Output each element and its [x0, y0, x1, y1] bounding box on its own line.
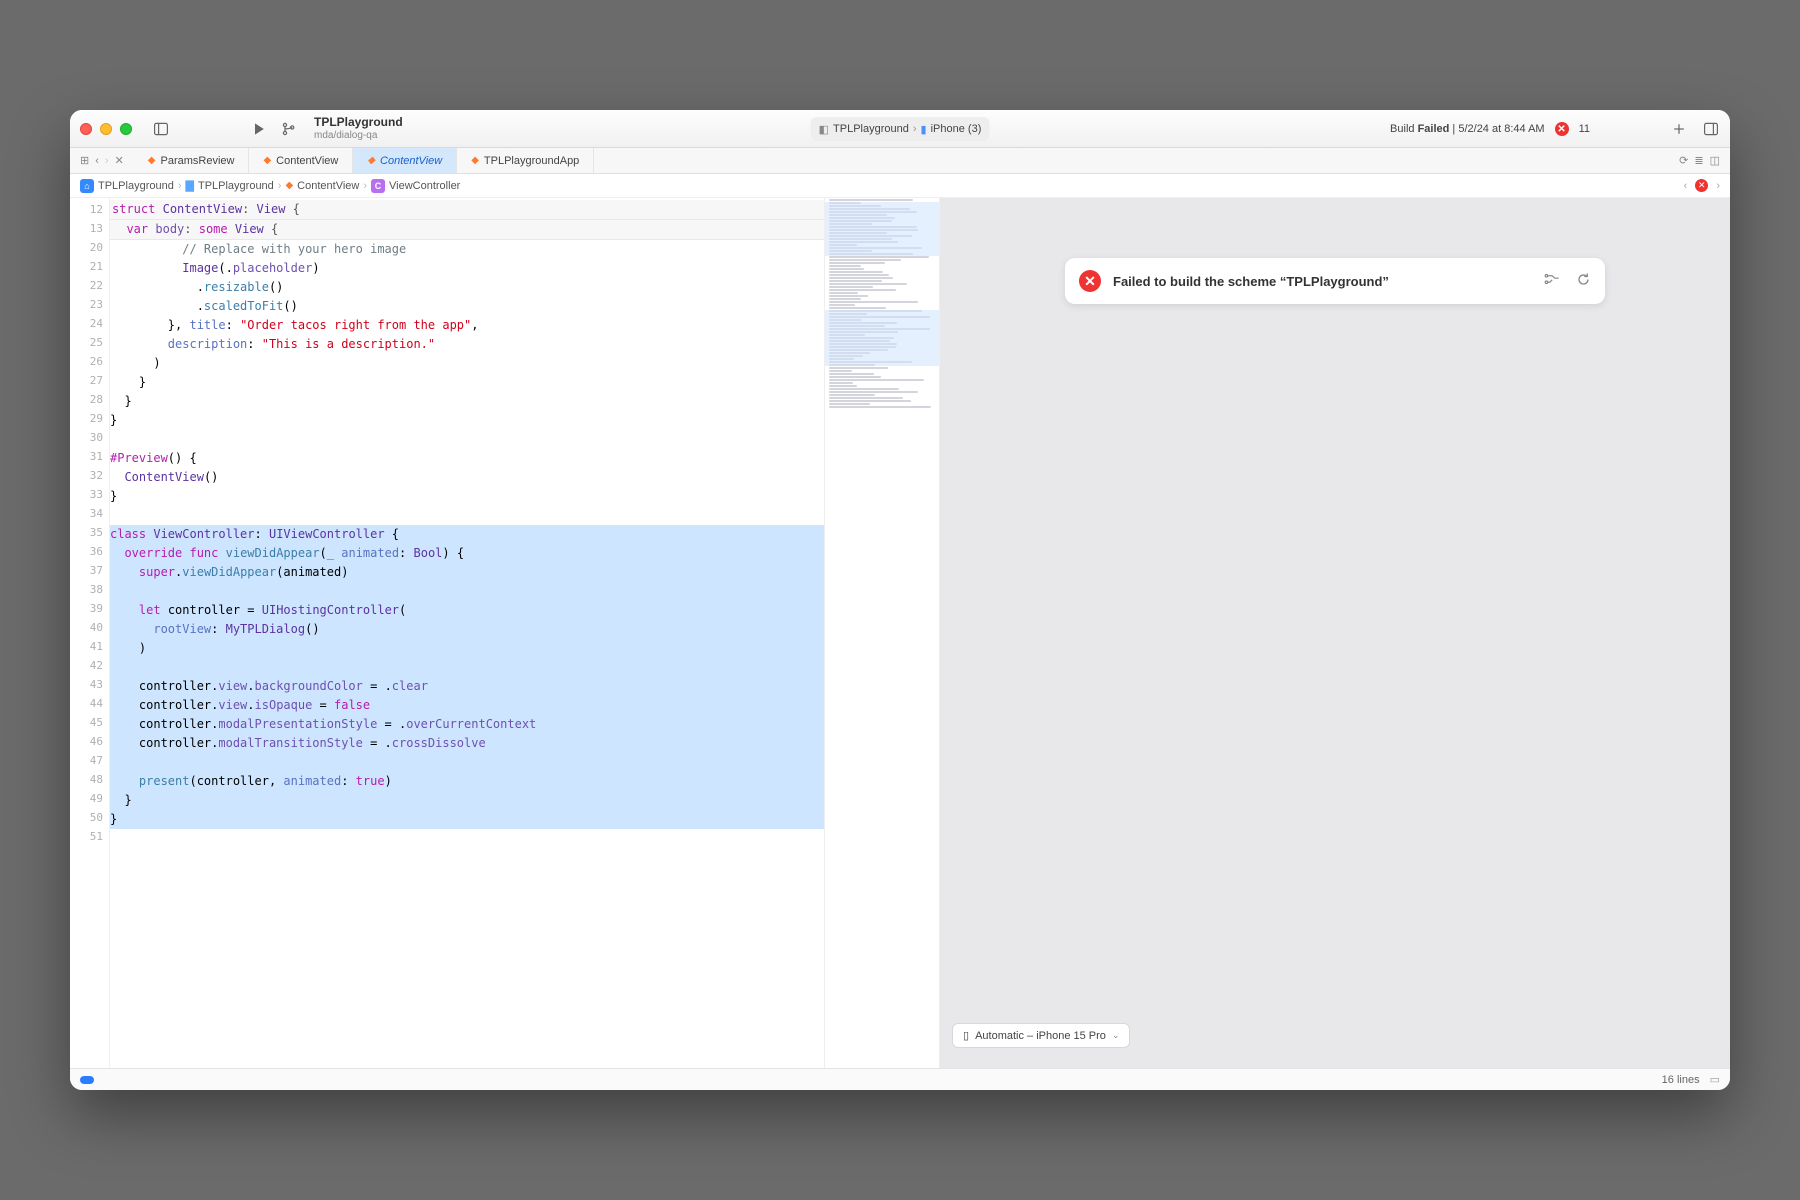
error-count: 11 [1579, 123, 1590, 135]
preview-canvas: ✕ Failed to build the scheme “TPLPlaygro… [940, 198, 1730, 1068]
tab-label: ParamsReview [160, 155, 234, 167]
tab-contentview-2[interactable]: ◆ ContentView [353, 148, 457, 173]
scheme-app: TPLPlayground [833, 123, 909, 135]
tab-paramsreview-0[interactable]: ◆ ParamsReview [134, 148, 250, 173]
related-items-icon[interactable]: ⊞ [80, 154, 89, 167]
tab-tplplaygroundapp-3[interactable]: ◆ TPLPlaygroundApp [457, 148, 594, 173]
tab-label: TPLPlaygroundApp [484, 155, 579, 167]
titlebar-right [1668, 118, 1722, 140]
back-button[interactable]: ‹ [95, 155, 99, 167]
tab-controls: ⊞ ‹ › ✕ [70, 148, 134, 173]
scheme-device: iPhone (3) [931, 123, 982, 135]
adjust-editor-icon[interactable]: ≣ [1694, 154, 1703, 167]
breadcrumb[interactable]: ⌂ TPLPlayground › ▇ TPLPlayground › ◆ Co… [70, 174, 1730, 198]
scheme-selector[interactable]: ◧ TPLPlayground › ▮ iPhone (3) [811, 117, 990, 141]
swift-icon: ◆ [471, 155, 479, 166]
branch-icon[interactable] [278, 118, 300, 140]
tab-label: ContentView [380, 155, 442, 167]
build-status-prefix: Build [1390, 123, 1418, 135]
refresh-icon[interactable]: ⟳ [1679, 154, 1688, 167]
close-tab-icon[interactable]: ✕ [115, 154, 124, 167]
swift-icon: ◆ [263, 155, 271, 166]
prev-issue-icon[interactable]: ‹ [1684, 180, 1688, 192]
chevron-down-icon: ⌄ [1112, 1030, 1120, 1041]
library-toggle-icon[interactable] [1700, 118, 1722, 140]
titlebar: TPLPlayground mda/dialog-qa ◧ TPLPlaygro… [70, 110, 1730, 148]
device-label: Automatic – iPhone 15 Pro [975, 1030, 1106, 1042]
build-status-bold: Failed [1418, 123, 1450, 135]
xcode-window: TPLPlayground mda/dialog-qa ◧ TPLPlaygro… [70, 110, 1730, 1090]
phone-icon: ▯ [963, 1029, 969, 1042]
add-button[interactable] [1668, 118, 1690, 140]
diagnostics-icon[interactable] [1544, 272, 1562, 290]
swift-icon: ◆ [285, 180, 293, 191]
editor: 1213202122232425262728293031323334353637… [70, 198, 940, 1068]
swift-icon: ◆ [367, 155, 375, 166]
close-icon[interactable] [80, 123, 92, 135]
bc-file: ContentView [297, 180, 359, 192]
minimize-icon[interactable] [100, 123, 112, 135]
tab-contentview-1[interactable]: ◆ ContentView [249, 148, 353, 173]
minimap[interactable] [824, 198, 939, 1068]
swift-icon: ◆ [148, 155, 156, 166]
bc-symbol: ViewController [389, 180, 460, 192]
code-area[interactable]: struct ContentView: View { var body: som… [110, 198, 824, 1068]
split-editor-icon[interactable]: ◫ [1710, 154, 1720, 167]
device-selector[interactable]: ▯ Automatic – iPhone 15 Pro ⌄ [952, 1023, 1130, 1048]
status-indicator[interactable] [80, 1076, 94, 1084]
error-badge-icon: ✕ [1555, 122, 1569, 136]
class-icon: C [371, 179, 385, 193]
inline-error-icon[interactable]: ✕ [1695, 179, 1708, 192]
retry-icon[interactable] [1576, 272, 1591, 290]
folder-icon: ▇ [186, 179, 194, 192]
build-error-card: ✕ Failed to build the scheme “TPLPlaygro… [1065, 258, 1605, 304]
maximize-icon[interactable] [120, 123, 132, 135]
tab-bar: ⊞ ‹ › ✕ ◆ ParamsReview ◆ ContentView ◆ Conten… [70, 148, 1730, 174]
build-status[interactable]: Build Failed | 5/2/24 at 8:44 AM ✕ 11 [1390, 110, 1590, 148]
line-count: 16 lines [1662, 1074, 1700, 1086]
forward-button[interactable]: › [105, 155, 109, 167]
main: 1213202122232425262728293031323334353637… [70, 198, 1730, 1068]
project-title: TPLPlayground mda/dialog-qa [314, 116, 403, 140]
run-button[interactable] [248, 118, 270, 140]
tab-label: ContentView [276, 155, 338, 167]
bc-app: TPLPlayground [98, 180, 174, 192]
branch-name: mda/dialog-qa [314, 130, 403, 141]
gutter: 1213202122232425262728293031323334353637… [70, 198, 110, 1068]
build-status-suffix: | 5/2/24 at 8:44 AM [1449, 123, 1544, 135]
error-message: Failed to build the scheme “TPLPlaygroun… [1113, 274, 1389, 289]
window-controls [80, 123, 132, 135]
next-issue-icon[interactable]: › [1716, 180, 1720, 192]
status-bar: 16 lines ▭ [70, 1068, 1730, 1090]
project-name: TPLPlayground [314, 116, 403, 129]
app-icon: ⌂ [80, 179, 94, 193]
bc-folder: TPLPlayground [198, 180, 274, 192]
sidebar-toggle-icon[interactable] [150, 118, 172, 140]
debug-area-toggle-icon[interactable]: ▭ [1710, 1073, 1720, 1086]
error-icon: ✕ [1079, 270, 1101, 292]
